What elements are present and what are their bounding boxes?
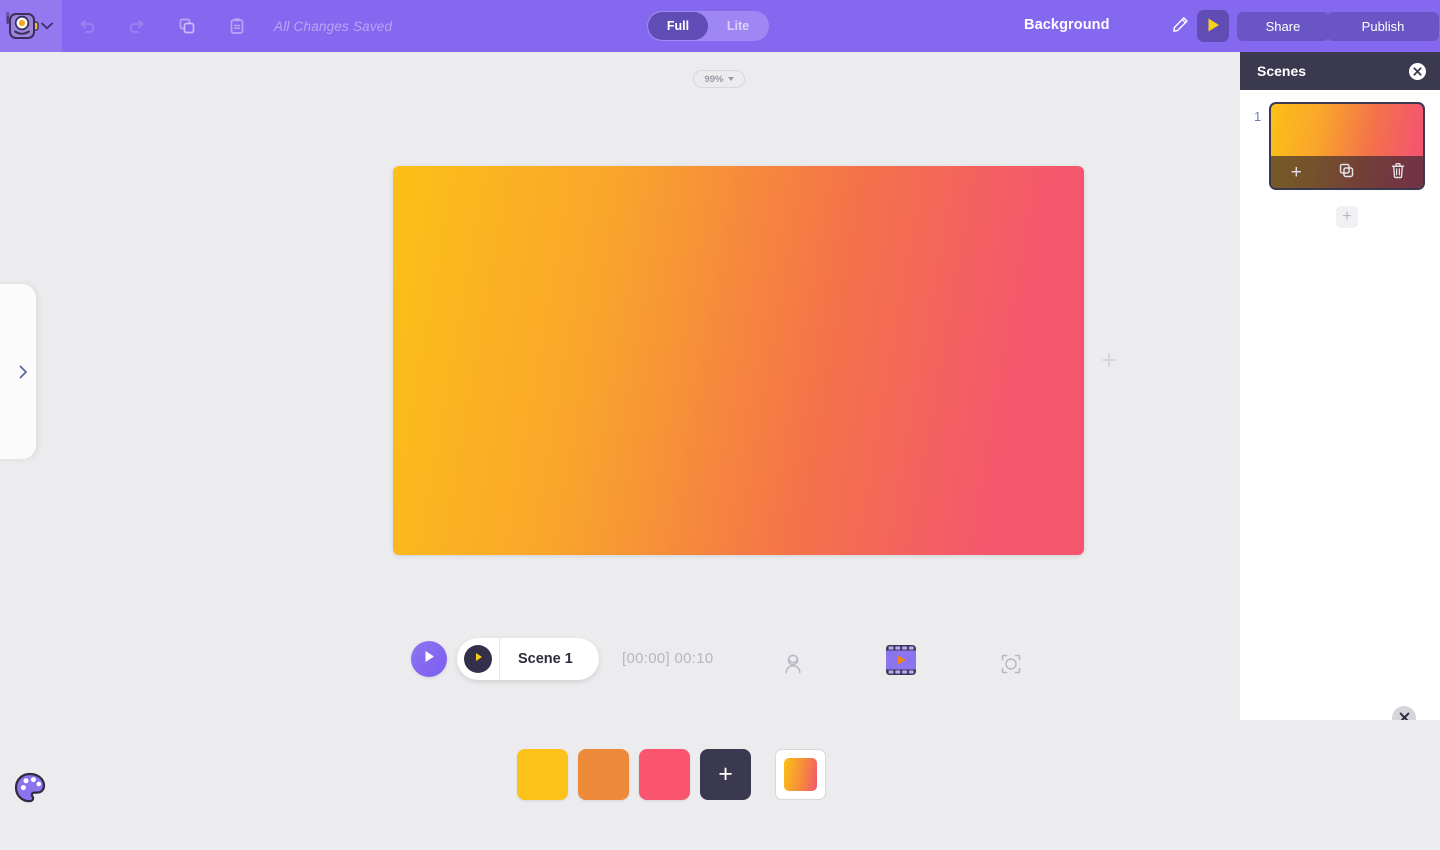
scene-number: 1 [1254,102,1269,124]
mode-toggle-lite[interactable]: Lite [708,12,768,40]
mode-toggle[interactable]: Full Lite [647,11,769,41]
publish-button[interactable]: Publish [1327,12,1439,41]
app-logo-button[interactable] [0,0,62,52]
focus-frame-icon [1000,653,1022,678]
color-swatch-orange[interactable] [578,749,629,800]
app-root: All Changes Saved Full Lite Background S… [0,0,1440,850]
scenes-panel-header: Scenes [1240,52,1440,90]
plus-icon [1101,352,1117,372]
mode-toggle-full[interactable]: Full [648,12,708,40]
chevron-down-icon [37,22,57,30]
scenes-panel-title: Scenes [1257,63,1306,79]
palette-button[interactable] [10,770,50,810]
chevron-down-icon [728,77,734,81]
scene-chip-play-button[interactable] [464,645,492,673]
scene-list-item: 1 + [1240,90,1440,190]
canvas-area: 99% [0,52,1240,720]
edit-title-button[interactable] [1168,14,1192,38]
play-icon [473,650,484,668]
color-swatch-pink[interactable] [639,749,690,800]
gradient-swatch-icon [784,758,817,791]
scene-chip-label: Scene 1 [500,651,597,667]
chevron-right-icon [19,365,28,379]
play-icon [422,649,436,669]
pencil-icon [1172,16,1189,36]
add-character-button[interactable] [774,646,812,684]
canvas-stage[interactable] [393,166,1084,555]
plus-icon: + [1291,163,1302,182]
share-button[interactable]: Share [1237,12,1329,41]
zoom-control[interactable]: 99% [693,70,745,88]
duplicate-icon [177,16,197,36]
timeline-play-button[interactable] [411,641,447,677]
zoom-level-label: 99% [704,74,723,85]
scene-delete-button[interactable] [1384,160,1412,184]
save-status-text: All Changes Saved [274,19,392,34]
undo-button[interactable] [62,0,112,52]
scene-thumbnail[interactable]: + [1269,102,1425,190]
plus-icon: + [718,762,733,787]
focus-frame-button[interactable] [992,646,1030,684]
paste-button[interactable] [212,0,262,52]
top-toolbar: All Changes Saved Full Lite Background S… [0,0,1440,52]
redo-icon [127,16,147,36]
play-icon [1206,17,1221,36]
scene-duplicate-button[interactable] [1333,160,1361,184]
clipboard-icon [227,16,247,36]
left-panel-toggle[interactable] [0,284,36,459]
scenes-panel: Scenes 1 + [1240,52,1440,720]
add-color-button[interactable]: + [700,749,751,800]
gradient-preview-swatch[interactable] [775,749,826,800]
duplicate-icon [1338,162,1355,182]
timeline-bar: Scene 1 [00:00] 00:10 [0,624,1240,714]
add-video-button[interactable] [882,642,920,680]
scene-title: Background [1024,17,1110,33]
person-icon [783,653,803,678]
color-swatch-yellow[interactable] [517,749,568,800]
mascot-robot-logo-icon [5,9,41,43]
color-swatch-row: + [517,749,751,800]
plus-icon: + [1342,209,1351,225]
add-element-handle[interactable] [1100,353,1118,371]
scene-add-button[interactable]: + [1282,160,1310,184]
film-strip-play-icon [883,642,919,681]
add-scene-button[interactable]: + [1336,206,1358,228]
scenes-panel-close-button[interactable] [1409,63,1426,80]
trash-icon [1390,162,1406,182]
redo-button[interactable] [112,0,162,52]
scene-action-bar: + [1271,156,1423,188]
duplicate-button[interactable] [162,0,212,52]
undo-icon [77,16,97,36]
preview-play-button[interactable] [1197,10,1229,42]
palette-icon [12,770,48,811]
scene-chip[interactable]: Scene 1 [457,638,599,680]
timecode-display: [00:00] 00:10 [622,650,713,667]
color-toolbar: + [0,720,1440,850]
close-icon [1413,64,1422,79]
